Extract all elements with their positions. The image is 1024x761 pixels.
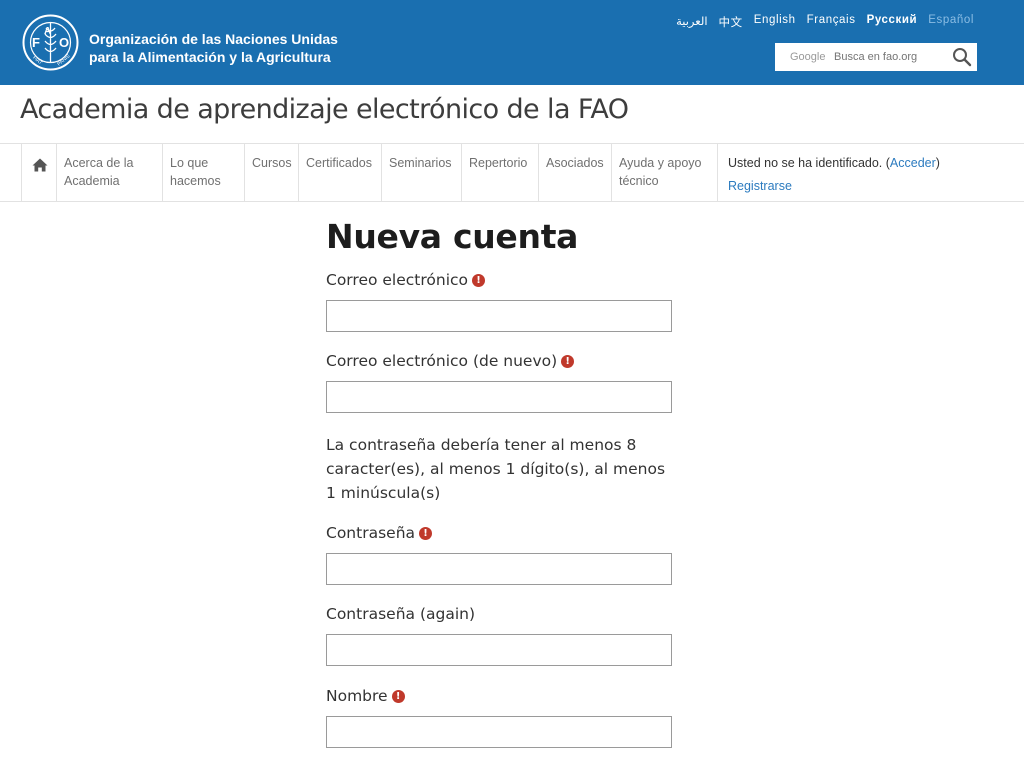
org-name-line1: Organización de las Naciones Unidas [89,31,338,47]
login-status-close: ) [935,156,940,170]
login-link[interactable]: Acceder [890,156,936,170]
nav-seminars-label: Seminarios [389,156,452,170]
nav-help-line2: técnico [619,174,659,188]
svg-text:O: O [59,35,69,50]
site-search: Google [775,43,977,71]
required-icon: ! [419,526,433,540]
fao-logo[interactable]: F A O FIAT PANIS [22,14,79,71]
page-title: Nueva cuenta [326,217,579,256]
email-confirm-field[interactable] [326,381,672,413]
password-confirm-label: Contraseña (again) [326,605,475,623]
nav-about[interactable]: Acerca de la Academia [56,144,163,202]
nav-partners[interactable]: Asociados [538,144,612,202]
site-title[interactable]: Academia de aprendizaje electrónico de l… [20,94,629,125]
nav-help[interactable]: Ayuda y apoyo técnico [611,144,718,202]
nav-help-line1: Ayuda y apoyo [619,156,702,170]
login-status-text: Usted no se ha identificado. ( [728,156,890,170]
nav-what-we-do[interactable]: Lo que hacemos [162,144,245,202]
login-status: Usted no se ha identificado. (Acceder) [728,152,940,175]
nav-certificates[interactable]: Certificados [298,144,382,202]
nav-courses-label: Cursos [252,156,292,170]
header-banner: F A O FIAT PANIS Organización de las Nac… [0,0,1024,85]
email-confirm-label: Correo electrónico (de nuevo) ! [326,352,575,370]
email-label-text: Correo electrónico [326,271,469,289]
org-name[interactable]: Organización de las Naciones Unidas para… [89,30,338,66]
lang-english[interactable]: English [754,14,796,30]
password-label-text: Contraseña [326,524,416,542]
required-icon: ! [472,273,486,287]
password-confirm-label-text: Contraseña (again) [326,605,475,623]
nav-about-line1: Acerca de la [64,156,134,170]
google-label: Google [790,51,826,63]
nav-courses[interactable]: Cursos [244,144,299,202]
password-label: Contraseña ! [326,524,433,542]
first-name-label-text: Nombre [326,687,388,705]
email-field[interactable] [326,300,672,332]
password-confirm-field[interactable] [326,634,672,666]
nav-home[interactable] [21,144,57,202]
lang-arabic[interactable]: العربية [676,14,707,30]
language-switcher: العربية 中文 English Français Русский Espa… [665,14,974,30]
email-label: Correo electrónico ! [326,271,486,289]
login-info: Usted no se ha identificado. (Acceder) R… [728,152,940,198]
svg-text:A: A [44,26,51,37]
nav-seminars[interactable]: Seminarios [381,144,462,202]
svg-text:F: F [32,35,40,50]
password-field[interactable] [326,553,672,585]
first-name-field[interactable] [326,716,672,748]
nav-what-we-do-line2: hacemos [170,174,221,188]
lang-spanish[interactable]: Español [928,14,974,30]
required-icon: ! [391,689,405,703]
fao-logo-icon: F A O FIAT PANIS [22,14,79,71]
register-link[interactable]: Registrarse [728,179,792,193]
nav-repertoire[interactable]: Repertorio [461,144,539,202]
svg-text:FIAT: FIAT [31,55,43,66]
nav-partners-label: Asociados [546,156,604,170]
email-confirm-label-text: Correo electrónico (de nuevo) [326,352,558,370]
nav-about-line2: Academia [64,174,120,188]
search-icon[interactable] [952,47,972,67]
required-icon: ! [561,354,575,368]
nav-certificates-label: Certificados [306,156,372,170]
search-input[interactable] [834,51,944,63]
org-name-line2: para la Alimentación y la Agricultura [89,49,331,65]
lang-french[interactable]: Français [807,14,856,30]
home-icon [32,158,48,172]
lang-chinese[interactable]: 中文 [719,14,743,30]
nav-repertoire-label: Repertorio [469,156,528,170]
password-policy: La contraseña debería tener al menos 8 c… [326,436,666,502]
nav-what-we-do-line1: Lo que [170,156,209,170]
lang-russian[interactable]: Русский [867,14,918,30]
first-name-label: Nombre ! [326,687,405,705]
